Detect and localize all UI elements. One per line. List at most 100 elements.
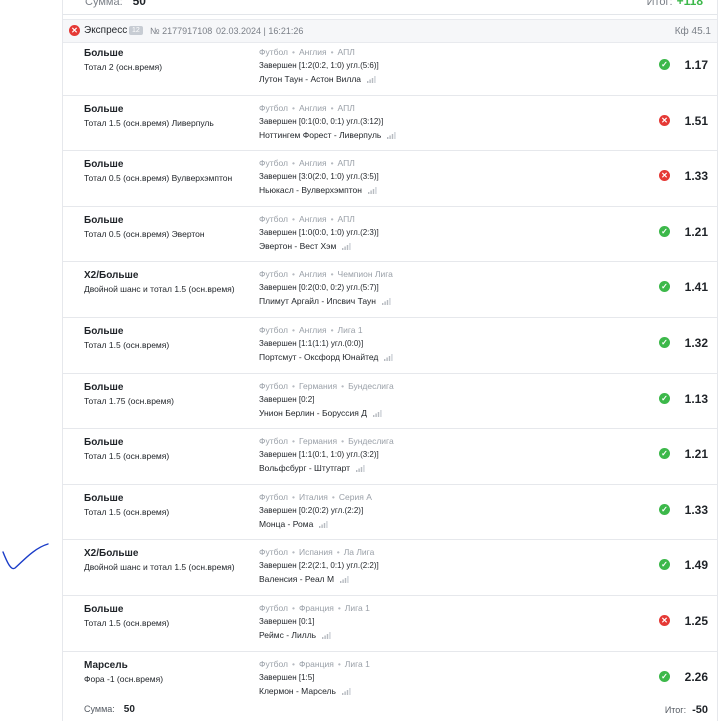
country-name: Англия bbox=[298, 324, 327, 335]
teams-label: Монца - Рома bbox=[259, 518, 314, 529]
bet-selection: Тотал 1.5 (осн.время) bbox=[84, 506, 170, 517]
check-circle-icon: ✓ bbox=[659, 503, 670, 515]
teams-label: Вольфсбург - Штутгарт bbox=[259, 463, 351, 474]
league-name: АПЛ bbox=[337, 158, 355, 169]
bet-odds: 1.13 bbox=[684, 391, 708, 406]
stats-bars-icon[interactable] bbox=[373, 409, 382, 419]
separator-dot: • bbox=[291, 324, 295, 335]
league-name: Бундеслига bbox=[348, 436, 394, 447]
check-circle-icon: ✓ bbox=[659, 392, 670, 404]
country-name: Германия bbox=[298, 380, 338, 391]
bet-odds: 1.41 bbox=[684, 280, 708, 295]
bet-market: Больше bbox=[84, 381, 124, 393]
teams-label: Эвертон - Вест Хэм bbox=[259, 240, 337, 251]
separator-dot: • bbox=[330, 158, 334, 169]
bet-row[interactable]: X2/Больше Двойной шанс и тотал 1.5 (осн.в… bbox=[63, 262, 717, 318]
bet-market: Больше bbox=[84, 214, 124, 226]
separator-dot: • bbox=[291, 47, 295, 57]
slip-number: № 2177917108 bbox=[150, 26, 213, 36]
bet-selection: Тотал 1.5 (осн.время) bbox=[84, 617, 170, 628]
bet-row[interactable]: Больше Тотал 2 (осн.время) Футбол • Англия • А… bbox=[63, 40, 717, 96]
country-name: Италия bbox=[298, 491, 328, 502]
bet-odds: 1.21 bbox=[684, 447, 708, 462]
slip-sum: Сумма: 50 bbox=[84, 704, 135, 715]
event-status: Завершен [1:5] bbox=[259, 672, 315, 682]
separator-dot: • bbox=[291, 436, 295, 447]
close-circle-icon: ✕ bbox=[659, 114, 670, 126]
stats-bars-icon[interactable] bbox=[341, 687, 351, 697]
stats-bars-icon[interactable] bbox=[367, 186, 377, 196]
event-teams: Унион Берлин - Боруссия Д bbox=[259, 408, 382, 419]
separator-dot: • bbox=[330, 102, 334, 113]
bet-odds: 1.49 bbox=[684, 558, 708, 573]
stats-bars-icon[interactable] bbox=[356, 464, 365, 474]
bets-list: Больше Тотал 2 (осн.время) Футбол • Англия • А… bbox=[63, 40, 717, 708]
event-status: Завершен [0:1(0:0, 0:1) угл.(3:12)] bbox=[259, 116, 384, 126]
stats-bars-icon[interactable] bbox=[322, 631, 331, 641]
country-name: Франция bbox=[298, 658, 334, 669]
event-path: Футбол • Италия • Серия А bbox=[259, 492, 372, 502]
event-teams: Монца - Рома bbox=[259, 519, 328, 530]
event-status: Завершен [1:1(0:1, 1:0) угл.(3:2)] bbox=[259, 450, 379, 460]
bet-market: Марсель bbox=[84, 659, 128, 671]
bet-row[interactable]: Больше Тотал 0.5 (осн.время) Вулверхэмпто… bbox=[63, 151, 717, 207]
bet-row[interactable]: Больше Тотал 1.5 (осн.время) Футбол • Франци… bbox=[63, 596, 717, 652]
bet-row[interactable]: Больше Тотал 1.75 (осн.время) Футбол • Герма… bbox=[63, 374, 717, 430]
event-teams: Вольфсбург - Штутгарт bbox=[259, 463, 365, 474]
lost-status-icon: ✕ bbox=[69, 25, 80, 36]
event-path: Футбол • Англия • Лига 1 bbox=[259, 325, 363, 335]
country-name: Англия bbox=[298, 47, 327, 57]
stats-bars-icon[interactable] bbox=[342, 242, 351, 252]
bet-odds: 1.17 bbox=[684, 58, 708, 72]
bet-selection: Тотал 1.75 (осн.время) bbox=[84, 395, 174, 406]
sport-name: Футбол bbox=[259, 491, 288, 502]
slip-footer: Сумма: 50 Итог: -50 bbox=[63, 697, 717, 721]
separator-dot: • bbox=[330, 213, 334, 224]
bet-selection: Фора -1 (осн.время) bbox=[84, 673, 164, 684]
teams-label: Клермон - Марсель bbox=[259, 685, 336, 696]
league-name: Ла Лига bbox=[343, 547, 375, 558]
bet-odds: 1.33 bbox=[684, 502, 708, 517]
event-path: Футбол • Испания • Ла Лига bbox=[259, 547, 374, 557]
separator-dot: • bbox=[291, 269, 295, 280]
handwritten-checkmark-icon bbox=[2, 543, 49, 570]
sport-name: Футбол bbox=[259, 102, 288, 113]
event-teams: Лутон Таун - Астон Вилла bbox=[259, 74, 376, 85]
close-circle-icon: ✕ bbox=[659, 614, 670, 626]
event-status: Завершен [1:0(0:0, 1:0) угл.(2:3)] bbox=[259, 227, 379, 237]
bet-market: Больше bbox=[84, 603, 124, 615]
stats-bars-icon[interactable] bbox=[367, 75, 376, 85]
bet-row[interactable]: Больше Тотал 1.5 (осн.время) Футбол • Герман… bbox=[63, 429, 717, 485]
bet-selection: Тотал 1.5 (осн.время) bbox=[84, 339, 170, 350]
teams-label: Валенсия - Реал М bbox=[259, 574, 335, 585]
country-name: Франция bbox=[298, 602, 334, 613]
league-name: Чемпион Лига bbox=[337, 269, 393, 280]
event-teams: Ньюкасл - Вулверхэмптон bbox=[259, 185, 377, 196]
event-status: Завершен [0:1] bbox=[259, 616, 315, 626]
bet-row[interactable]: X2/Больше Двойной шанс и тотал 1.5 (осн.в… bbox=[63, 540, 717, 596]
stats-bars-icon[interactable] bbox=[319, 520, 328, 530]
stats-bars-icon[interactable] bbox=[387, 131, 396, 141]
sport-name: Футбол bbox=[259, 658, 288, 669]
event-path: Футбол • Германия • Бундеслига bbox=[259, 436, 394, 446]
teams-label: Лутон Таун - Астон Вилла bbox=[259, 74, 362, 84]
country-name: Германия bbox=[298, 436, 338, 447]
event-path: Футбол • Германия • Бундеслига bbox=[259, 381, 394, 391]
event-path: Футбол • Англия • Чемпион Лига bbox=[259, 269, 393, 279]
bet-selection: Двойной шанс и тотал 1.5 (осн.время) bbox=[84, 562, 235, 573]
stats-bars-icon[interactable] bbox=[381, 297, 391, 307]
slip-total: Итог: -50 bbox=[664, 704, 708, 716]
event-status: Завершен [2:2(2:1, 0:1) угл.(2:2)] bbox=[259, 561, 379, 571]
bet-row[interactable]: Больше Тотал 1.5 (осн.время) Футбол • Англия… bbox=[63, 318, 717, 374]
bet-row[interactable]: Больше Тотал 1.5 (осн.время) Ливерпуль Фут… bbox=[63, 96, 717, 152]
bet-market: Больше bbox=[84, 437, 124, 449]
league-name: АПЛ bbox=[337, 47, 355, 57]
stats-bars-icon[interactable] bbox=[340, 575, 349, 585]
events-count-badge: 12 bbox=[129, 26, 143, 35]
check-circle-icon: ✓ bbox=[659, 59, 670, 70]
event-teams: Плимут Аргайл - Ипсвич Таун bbox=[259, 296, 391, 307]
league-name: Лига 1 bbox=[337, 324, 363, 335]
bet-row[interactable]: Больше Тотал 1.5 (осн.время) Футбол • Италия… bbox=[63, 485, 717, 541]
stats-bars-icon[interactable] bbox=[384, 353, 393, 363]
bet-row[interactable]: Больше Тотал 0.5 (осн.время) Эвертон Футбо… bbox=[63, 207, 717, 263]
